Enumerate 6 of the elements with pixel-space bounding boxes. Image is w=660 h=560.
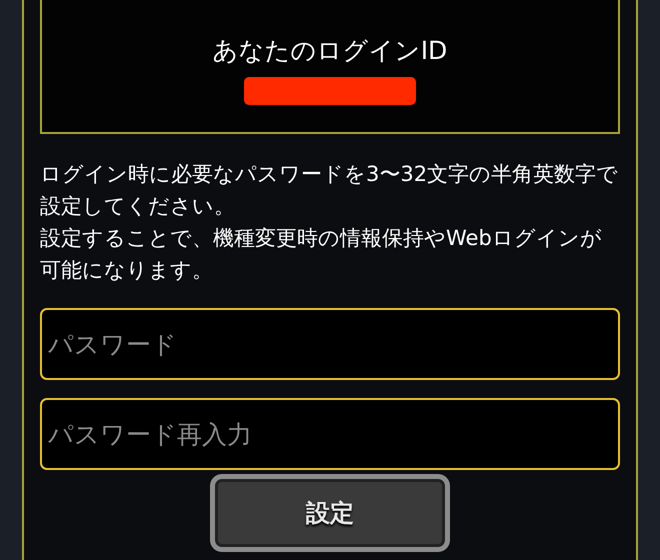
password-field[interactable]: パスワード [40,308,620,380]
login-id-title: あなたのログインID [212,34,448,66]
submit-button[interactable]: 設定 [210,474,450,552]
password-field[interactable]: パスワード再入力 [40,398,620,470]
instruction-text: 設定することで、機種変更時の情報保持やWebログインが可能になります。 [40,225,603,284]
instruction-text: ログイン時に必要なパスワードを3〜32文字の半角英数字で設定してください。 [40,161,620,220]
